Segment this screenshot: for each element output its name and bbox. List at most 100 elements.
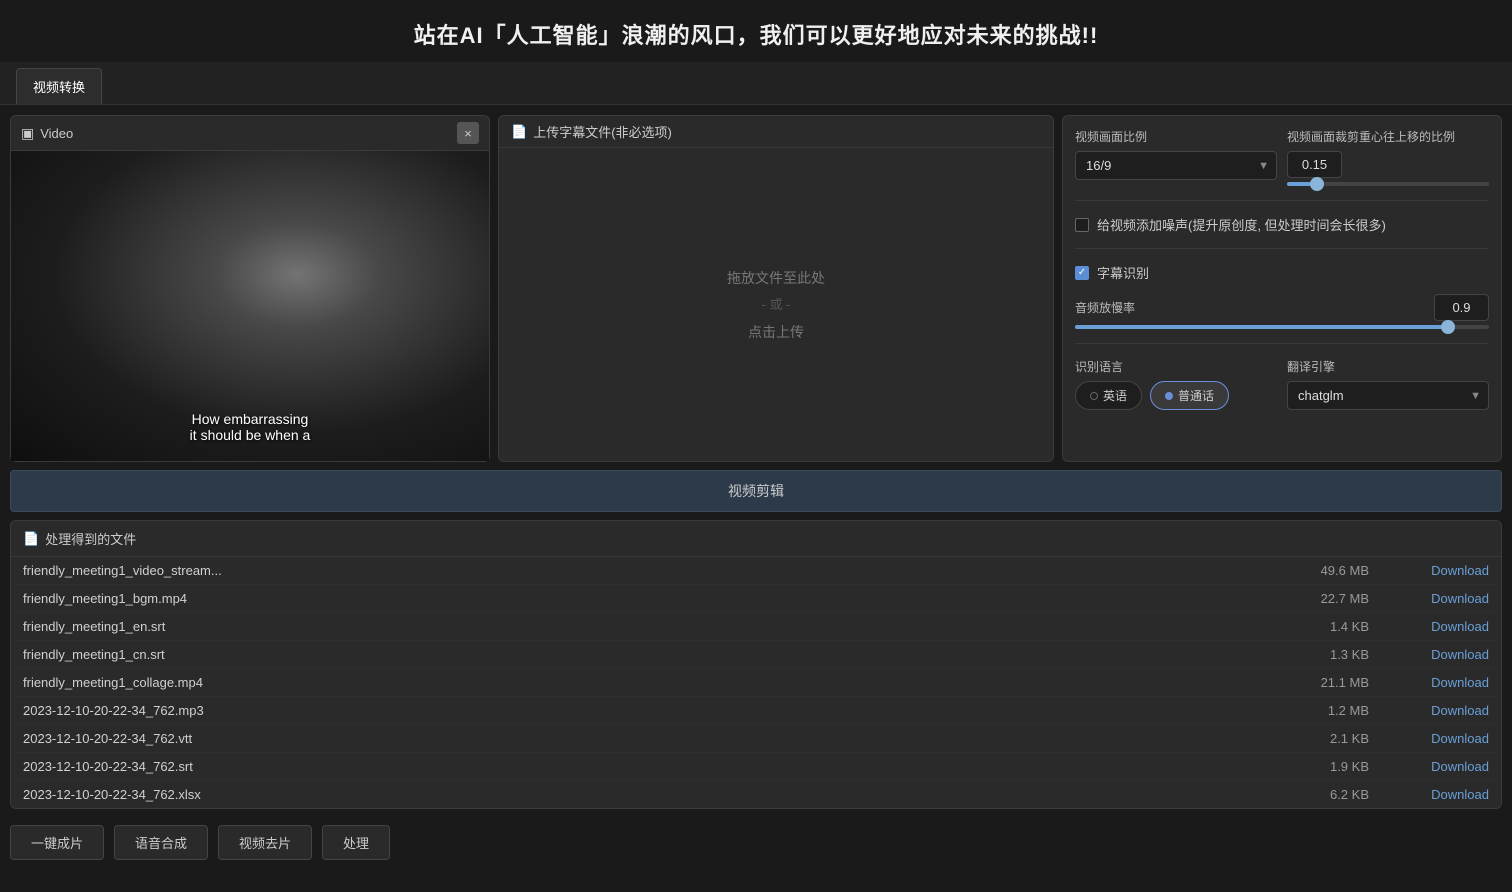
lang-radio-group: 英语 普通话 (1075, 381, 1277, 410)
file-size: 1.4 KB (1289, 619, 1369, 634)
file-download-link[interactable]: Download (1409, 563, 1489, 578)
translation-engine-col: 翻译引擎 chatglm gpt-3.5 deepl ▼ (1287, 358, 1489, 410)
file-size: 21.1 MB (1289, 675, 1369, 690)
translation-engine-select[interactable]: chatglm gpt-3.5 deepl (1287, 381, 1489, 410)
file-download-link[interactable]: Download (1409, 647, 1489, 662)
aspect-ratio-col: 视频画面比例 16/9 4/3 1/1 9/16 ▼ (1075, 128, 1277, 180)
tabs-bar: 视频转换 (0, 62, 1512, 105)
crop-slider-track[interactable] (1287, 182, 1489, 186)
noise-checkbox[interactable] (1075, 218, 1089, 232)
video-label-text: Video (40, 126, 73, 141)
file-row: friendly_meeting1_video_stream...49.6 MB… (11, 557, 1501, 585)
file-name: friendly_meeting1_collage.mp4 (23, 675, 1289, 690)
lang-english-label: 英语 (1103, 387, 1127, 404)
playback-speed-input[interactable] (1434, 294, 1489, 321)
files-icon: 📄 (23, 531, 39, 547)
files-header-label: 处理得到的文件 (45, 529, 136, 548)
divider-2 (1075, 248, 1489, 249)
aspect-ratio-select[interactable]: 16/9 4/3 1/1 9/16 (1075, 151, 1277, 180)
aspect-ratio-label: 视频画面比例 (1075, 128, 1277, 145)
video-edit-bar[interactable]: 视频剪辑 (10, 470, 1502, 512)
file-row: friendly_meeting1_cn.srt1.3 KBDownload (11, 641, 1501, 669)
file-name: friendly_meeting1_bgm.mp4 (23, 591, 1289, 606)
video-edit-label: 视频剪辑 (728, 483, 784, 499)
crop-slider-container (1287, 182, 1489, 186)
recognition-lang-col: 识别语言 英语 普通话 (1075, 358, 1277, 410)
file-download-link[interactable]: Download (1409, 759, 1489, 774)
lang-mandarin-btn[interactable]: 普通话 (1150, 381, 1229, 410)
video-remove-btn[interactable]: 视频去片 (218, 825, 312, 860)
crop-col: 视频画面裁剪重心往上移的比例 (1287, 128, 1489, 186)
video-close-button[interactable]: × (457, 122, 479, 144)
file-size: 1.2 MB (1289, 703, 1369, 718)
file-name: 2023-12-10-20-22-34_762.vtt (23, 731, 1289, 746)
video-icon: ▣ (21, 125, 34, 142)
one-click-btn[interactable]: 一键成片 (10, 825, 104, 860)
dropzone-click: 点击上传 (748, 318, 804, 346)
aspect-crop-row: 视频画面比例 16/9 4/3 1/1 9/16 ▼ 视频画面裁剪重心往上移的比… (1075, 128, 1489, 186)
lang-english-dot (1090, 392, 1098, 400)
files-list: friendly_meeting1_video_stream...49.6 MB… (11, 557, 1501, 808)
file-download-link[interactable]: Download (1409, 591, 1489, 606)
file-row: 2023-12-10-20-22-34_762.xlsx6.2 KB Downlo… (11, 781, 1501, 808)
noise-label: 给视频添加噪声(提升原创度, 但处理时间会长很多) (1097, 215, 1386, 234)
file-row: friendly_meeting1_collage.mp421.1 MB Down… (11, 669, 1501, 697)
file-name: friendly_meeting1_en.srt (23, 619, 1289, 634)
subtitle-recognition-row: 字幕识别 (1075, 263, 1489, 282)
page-title: 站在AI「人工智能」浪潮的风口，我们可以更好地应对未来的挑战!! (414, 23, 1099, 48)
lang-mandarin-label: 普通话 (1178, 387, 1214, 404)
file-row: 2023-12-10-20-22-34_762.mp31.2 MBDownloa… (11, 697, 1501, 725)
voice-synthesis-btn[interactable]: 语音合成 (114, 825, 208, 860)
recognition-lang-label: 识别语言 (1075, 358, 1277, 375)
dropzone-or: - 或 - (762, 292, 791, 318)
video-subtitle: How embarrassing it should be when a (190, 411, 311, 443)
playback-slider-track[interactable] (1075, 325, 1489, 329)
subtitle-recognition-checkbox[interactable] (1075, 266, 1089, 280)
noise-checkbox-row: 给视频添加噪声(提升原创度, 但处理时间会长很多) (1075, 215, 1489, 234)
translation-engine-label: 翻译引擎 (1287, 358, 1489, 375)
video-label: ▣ Video (21, 125, 73, 142)
video-thumbnail: How embarrassing it should be when a (11, 151, 489, 461)
file-download-link[interactable]: Download (1409, 703, 1489, 718)
crop-value-input[interactable] (1287, 151, 1342, 178)
playback-slider-thumb[interactable] (1441, 320, 1455, 334)
file-size: 49.6 MB (1289, 563, 1369, 578)
file-row: friendly_meeting1_bgm.mp422.7 MB Download (11, 585, 1501, 613)
file-name: 2023-12-10-20-22-34_762.xlsx (23, 787, 1289, 802)
file-download-link[interactable]: Download (1409, 787, 1489, 802)
file-download-link[interactable]: Download (1409, 675, 1489, 690)
playback-slider-container (1075, 325, 1489, 329)
file-icon: 📄 (511, 124, 527, 140)
translation-engine-select-wrapper: chatglm gpt-3.5 deepl ▼ (1287, 381, 1489, 410)
dropzone-text: 拖放文件至此处 (727, 264, 825, 292)
playback-slider-fill (1075, 325, 1448, 329)
subtitle-dropzone[interactable]: 拖放文件至此处 - 或 - 点击上传 (499, 148, 1053, 461)
file-download-link[interactable]: Download (1409, 619, 1489, 634)
video-panel: ▣ Video × How embarrassing it should be … (10, 115, 490, 462)
subtitle-panel: 📄 上传字幕文件(非必选项) 拖放文件至此处 - 或 - 点击上传 (498, 115, 1054, 462)
header: 站在AI「人工智能」浪潮的风口，我们可以更好地应对未来的挑战!! (0, 0, 1512, 62)
divider-1 (1075, 200, 1489, 201)
crop-slider-thumb[interactable] (1310, 177, 1324, 191)
file-size: 22.7 MB (1289, 591, 1369, 606)
lang-english-btn[interactable]: 英语 (1075, 381, 1142, 410)
file-row: friendly_meeting1_en.srt1.4 KB Download (11, 613, 1501, 641)
file-name: friendly_meeting1_cn.srt (23, 647, 1289, 662)
file-size: 2.1 KB (1289, 731, 1369, 746)
process-btn[interactable]: 处理 (322, 825, 390, 860)
file-name: friendly_meeting1_video_stream... (23, 563, 1289, 578)
lang-translate-row: 识别语言 英语 普通话 翻译引擎 chatglm (1075, 358, 1489, 410)
file-size: 6.2 KB (1289, 787, 1369, 802)
file-download-link[interactable]: Download (1409, 731, 1489, 746)
file-name: 2023-12-10-20-22-34_762.srt (23, 759, 1289, 774)
playback-speed-section: 音频放慢率 (1075, 294, 1489, 329)
file-row: 2023-12-10-20-22-34_762.srt1.9 KB Downloa… (11, 753, 1501, 781)
subtitle-panel-header: 📄 上传字幕文件(非必选项) (499, 116, 1053, 148)
tab-video-convert[interactable]: 视频转换 (16, 68, 102, 104)
aspect-ratio-select-wrapper: 16/9 4/3 1/1 9/16 ▼ (1075, 151, 1277, 180)
files-section: 📄 处理得到的文件 friendly_meeting1_video_stream… (10, 520, 1502, 809)
file-size: 1.9 KB (1289, 759, 1369, 774)
subtitle-recognition-label: 字幕识别 (1097, 263, 1149, 282)
bottom-bar: 一键成片 语音合成 视频去片 处理 (0, 817, 1512, 868)
main-row: ▣ Video × How embarrassing it should be … (0, 105, 1512, 462)
